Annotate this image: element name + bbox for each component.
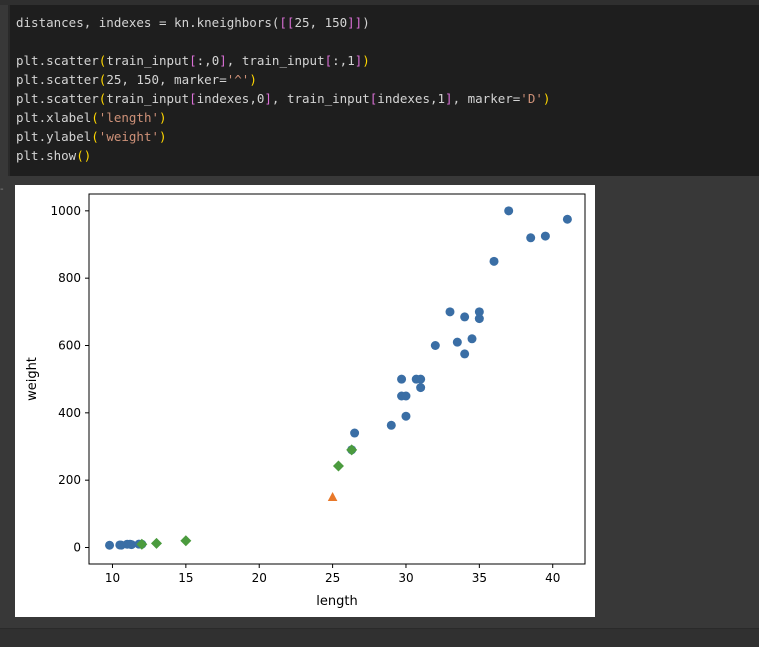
code-line: plt.xlabel('length'): [16, 108, 759, 127]
code-token: ): [159, 110, 167, 125]
data-point-circle: [386, 420, 396, 430]
code-token: plt.xlabel: [16, 110, 92, 125]
data-point-circle: [467, 334, 477, 344]
code-token: plt.show: [16, 148, 77, 163]
data-point-circle: [430, 341, 440, 351]
code-token: , marker=: [452, 91, 521, 106]
neighbor-point-diamond: [151, 537, 163, 549]
x-tick-label: 40: [545, 571, 560, 585]
bottom-status-bar: [0, 628, 759, 647]
code-token: , train_input: [271, 91, 370, 106]
code-token: distances, indexes = kn.kneighbors(: [16, 15, 280, 30]
code-line: distances, indexes = kn.kneighbors([[25,…: [16, 13, 759, 32]
code-token: ]]: [347, 15, 363, 30]
code-token: indexes,1: [377, 91, 446, 106]
data-point-circle: [416, 383, 426, 393]
data-point-circle: [540, 231, 550, 241]
neighbor-point-diamond: [332, 460, 344, 472]
code-token: plt.scatter: [16, 53, 99, 68]
code-line: plt.ylabel('weight'): [16, 127, 759, 146]
data-point-circle: [445, 307, 455, 317]
x-axis-label: length: [316, 594, 357, 609]
data-point-circle: [460, 349, 470, 359]
code-line: plt.scatter(train_input[:,0], train_inpu…: [16, 51, 759, 70]
code-token: 'length': [98, 110, 160, 125]
code-token: [: [189, 91, 197, 106]
y-tick-label: 400: [58, 406, 81, 420]
data-point-circle: [562, 214, 572, 224]
data-point-circle: [504, 206, 514, 216]
code-token: ]: [219, 53, 227, 68]
code-token: plt.scatter: [16, 91, 99, 106]
output-gutter-marker: -: [0, 184, 4, 195]
y-tick-label: 600: [58, 339, 81, 353]
code-token: (: [91, 110, 99, 125]
code-token: ): [83, 148, 92, 163]
data-point-circle: [401, 391, 411, 401]
code-token: 25, 150: [294, 15, 348, 30]
code-token: train_input: [106, 53, 190, 68]
code-token: train_input: [106, 91, 190, 106]
code-token: ): [249, 72, 257, 87]
code-token: [: [324, 53, 333, 68]
y-tick-label: 0: [73, 541, 81, 555]
code-token: (: [76, 148, 84, 163]
code-editor[interactable]: distances, indexes = kn.kneighbors([[25,…: [10, 5, 759, 165]
data-point-circle: [474, 307, 484, 317]
code-token: ): [159, 129, 167, 144]
x-tick-label: 20: [252, 571, 267, 585]
data-point-circle: [489, 256, 499, 266]
code-token: '^': [226, 72, 250, 87]
data-point-circle: [452, 337, 462, 347]
data-point-circle: [526, 233, 536, 243]
code-token: :,1: [332, 53, 355, 68]
code-token: [: [189, 53, 197, 68]
code-token: (: [91, 129, 99, 144]
y-tick-label: 800: [58, 271, 81, 285]
code-token: ): [542, 91, 551, 106]
x-tick-label: 25: [325, 571, 340, 585]
code-cell[interactable]: distances, indexes = kn.kneighbors([[25,…: [8, 5, 759, 176]
data-point-circle: [416, 374, 426, 384]
code-token: [[: [279, 15, 295, 30]
data-point-circle: [397, 374, 407, 384]
scatter-plot-figure: 10 15 20 25 30 35 40 0 200 400 600 800 1000 length w…: [15, 185, 595, 617]
code-token: 25, 150, marker=: [106, 72, 227, 87]
data-point-circle: [105, 540, 115, 550]
code-token: ]: [264, 91, 272, 106]
x-tick-label: 30: [398, 571, 413, 585]
code-token: :,0: [196, 53, 220, 68]
code-token: 'weight': [98, 129, 160, 144]
data-point-circle: [350, 428, 360, 438]
x-tick-label: 15: [178, 571, 193, 585]
neighbor-point-diamond: [346, 444, 358, 456]
x-tick-label: 35: [472, 571, 487, 585]
code-token: ): [362, 15, 370, 30]
query-point-triangle: [327, 492, 338, 502]
code-line: plt.show(): [16, 146, 759, 165]
data-point-circle: [460, 312, 470, 322]
code-token: 'D': [520, 91, 543, 106]
code-line: plt.scatter(train_input[indexes,0], trai…: [16, 89, 759, 108]
neighbor-point-diamond: [180, 535, 192, 547]
code-token: ]: [445, 91, 453, 106]
y-tick-label: 1000: [50, 204, 81, 218]
y-tick-label: 200: [58, 473, 81, 487]
code-token: , train_input: [226, 53, 325, 68]
code-token: indexes,0: [196, 91, 265, 106]
code-token: plt.scatter: [16, 72, 99, 87]
code-line: plt.scatter(25, 150, marker='^'): [16, 70, 759, 89]
scatter-plot-svg: 10 15 20 25 30 35 4002004006008001000 length w…: [25, 193, 586, 609]
y-axis-label: weight: [25, 357, 40, 401]
data-point-circle: [401, 411, 411, 421]
x-tick-label: 10: [105, 571, 120, 585]
code-token: plt.ylabel: [16, 129, 92, 144]
plot-frame: [88, 193, 586, 565]
code-token: ): [362, 53, 370, 68]
